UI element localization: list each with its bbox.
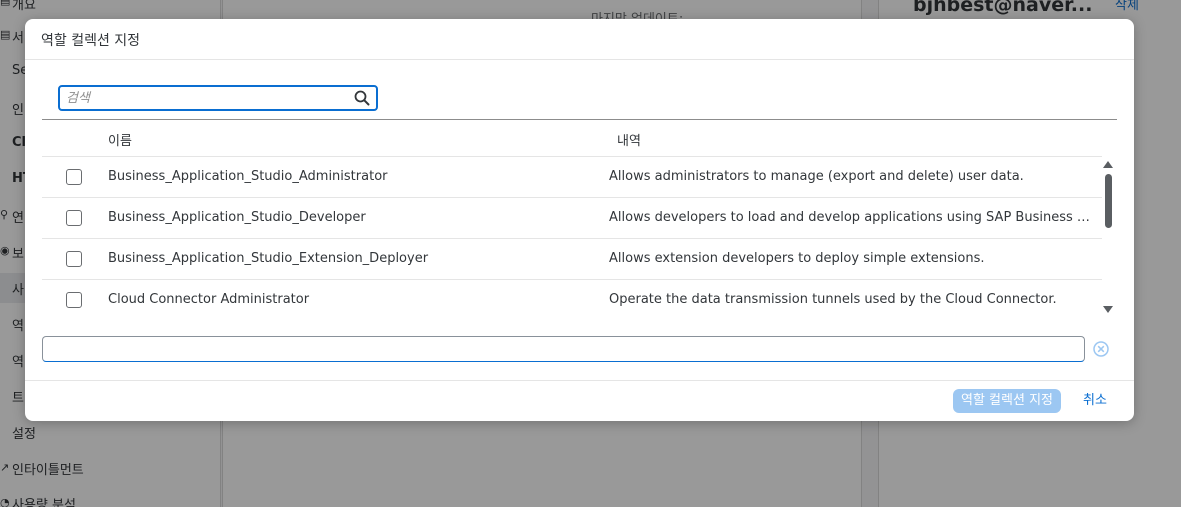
table-top-border	[42, 119, 1117, 120]
column-header-description: 내역	[617, 134, 641, 149]
role-collection-name: Cloud Connector Administrator	[108, 292, 310, 307]
role-collection-name: Business_Application_Studio_Administrato…	[108, 169, 388, 184]
assign-role-collection-dialog: 역할 컬렉션 지정 이름 내역 Business_Application_Stu…	[25, 19, 1134, 421]
row-checkbox[interactable]	[66, 210, 82, 226]
cancel-button[interactable]: 취소	[1077, 389, 1113, 413]
search-icon[interactable]	[354, 90, 370, 106]
role-collection-description: Operate the data transmission tunnels us…	[609, 292, 1057, 307]
dialog-header: 역할 컬렉션 지정	[25, 19, 1134, 60]
scrollbar-thumb[interactable]	[1105, 174, 1112, 228]
row-checkbox[interactable]	[66, 169, 82, 185]
assign-role-collection-button[interactable]: 역할 컬렉션 지정	[953, 389, 1061, 413]
column-header-name: 이름	[108, 134, 132, 149]
row-checkbox[interactable]	[66, 251, 82, 267]
table-row[interactable]: Business_Application_Studio_Extension_De…	[42, 239, 1102, 280]
scroll-up-arrow-icon[interactable]	[1103, 161, 1113, 168]
role-collection-name: Business_Application_Studio_Developer	[108, 210, 366, 225]
role-collection-description: Allows extension developers to deploy si…	[609, 251, 985, 266]
search-input[interactable]	[66, 89, 346, 107]
role-collection-description: Allows developers to load and develop ap…	[609, 210, 1095, 225]
table-row[interactable]: Business_Application_Studio_Administrato…	[42, 157, 1102, 198]
row-checkbox[interactable]	[66, 292, 82, 308]
table-row[interactable]: Business_Application_Studio_Developer Al…	[42, 198, 1102, 239]
role-collection-name: Business_Application_Studio_Extension_De…	[108, 251, 429, 266]
role-collection-description: Allows administrators to manage (export …	[609, 169, 1024, 184]
scroll-down-arrow-icon[interactable]	[1103, 306, 1113, 313]
footer-divider	[25, 380, 1134, 381]
dialog-title: 역할 컬렉션 지정	[41, 33, 141, 49]
search-field[interactable]	[58, 85, 378, 111]
table-row[interactable]: Cloud Connector Administrator Operate th…	[42, 280, 1102, 321]
clear-all-icon[interactable]	[1092, 340, 1110, 358]
selected-tokens-field[interactable]	[42, 336, 1085, 362]
